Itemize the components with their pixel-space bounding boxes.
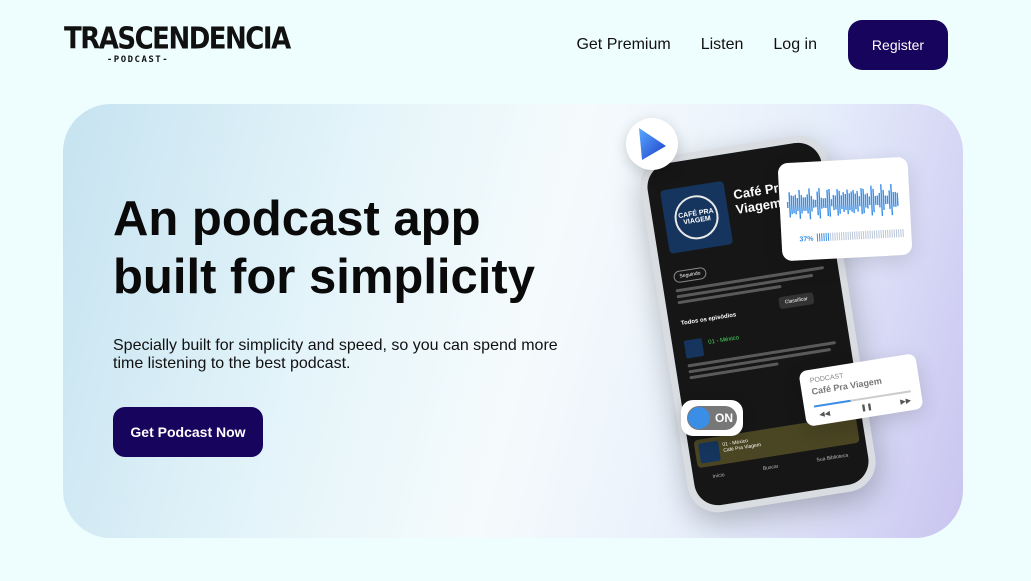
waveform-percent: 37% [799, 235, 814, 244]
waveform-icon [786, 183, 904, 242]
nav-link-log-in[interactable]: Log in [773, 36, 817, 54]
forward-icon: ▶▶ [899, 397, 912, 406]
cover-logo: CAFÉ PRA VIAGEM [671, 192, 722, 243]
hero-section: An podcast app built for simplicity Spec… [63, 104, 963, 538]
follow-chip: Seguindo [672, 266, 708, 284]
podcast-cover: CAFÉ PRA VIAGEM [659, 180, 734, 254]
toggle-label: ON [715, 411, 733, 425]
toggle-switch: ON [687, 406, 737, 430]
episodes-label: Todos os episódios [680, 312, 737, 327]
nav-link-listen[interactable]: Listen [701, 36, 744, 54]
hero-title: An podcast app built for simplicity [113, 192, 535, 304]
waveform-card: 37% [777, 156, 913, 262]
play-icon [626, 118, 678, 170]
main-nav: Get Premium Listen Log in Register [576, 20, 948, 70]
tab-home: Início [712, 472, 726, 480]
episode-thumbnail [683, 338, 705, 359]
pause-icon: ❚❚ [860, 403, 874, 413]
order-chip: Classificar [778, 292, 815, 310]
register-button[interactable]: Register [848, 20, 948, 70]
tab-search: Buscar [762, 463, 779, 472]
brand-logo[interactable]: TRASCENDENCIA -PODCAST- [64, 22, 291, 65]
rewind-icon: ◀◀ [818, 410, 831, 419]
get-podcast-button[interactable]: Get Podcast Now [113, 407, 263, 457]
toggle-card: ON [681, 400, 743, 436]
hero-description: Specially built for simplicity and speed… [113, 337, 558, 372]
brand-tagline: -PODCAST- [106, 55, 170, 65]
nav-link-get-premium[interactable]: Get Premium [576, 36, 670, 54]
now-playing-thumbnail [698, 440, 721, 464]
brand-name: TRASCENDENCIA [64, 22, 291, 57]
tab-library: Sua Biblioteca [816, 452, 849, 464]
play-triangle-icon [639, 128, 666, 160]
toggle-knob [688, 407, 710, 429]
episode-title: 01 - México [707, 335, 740, 346]
